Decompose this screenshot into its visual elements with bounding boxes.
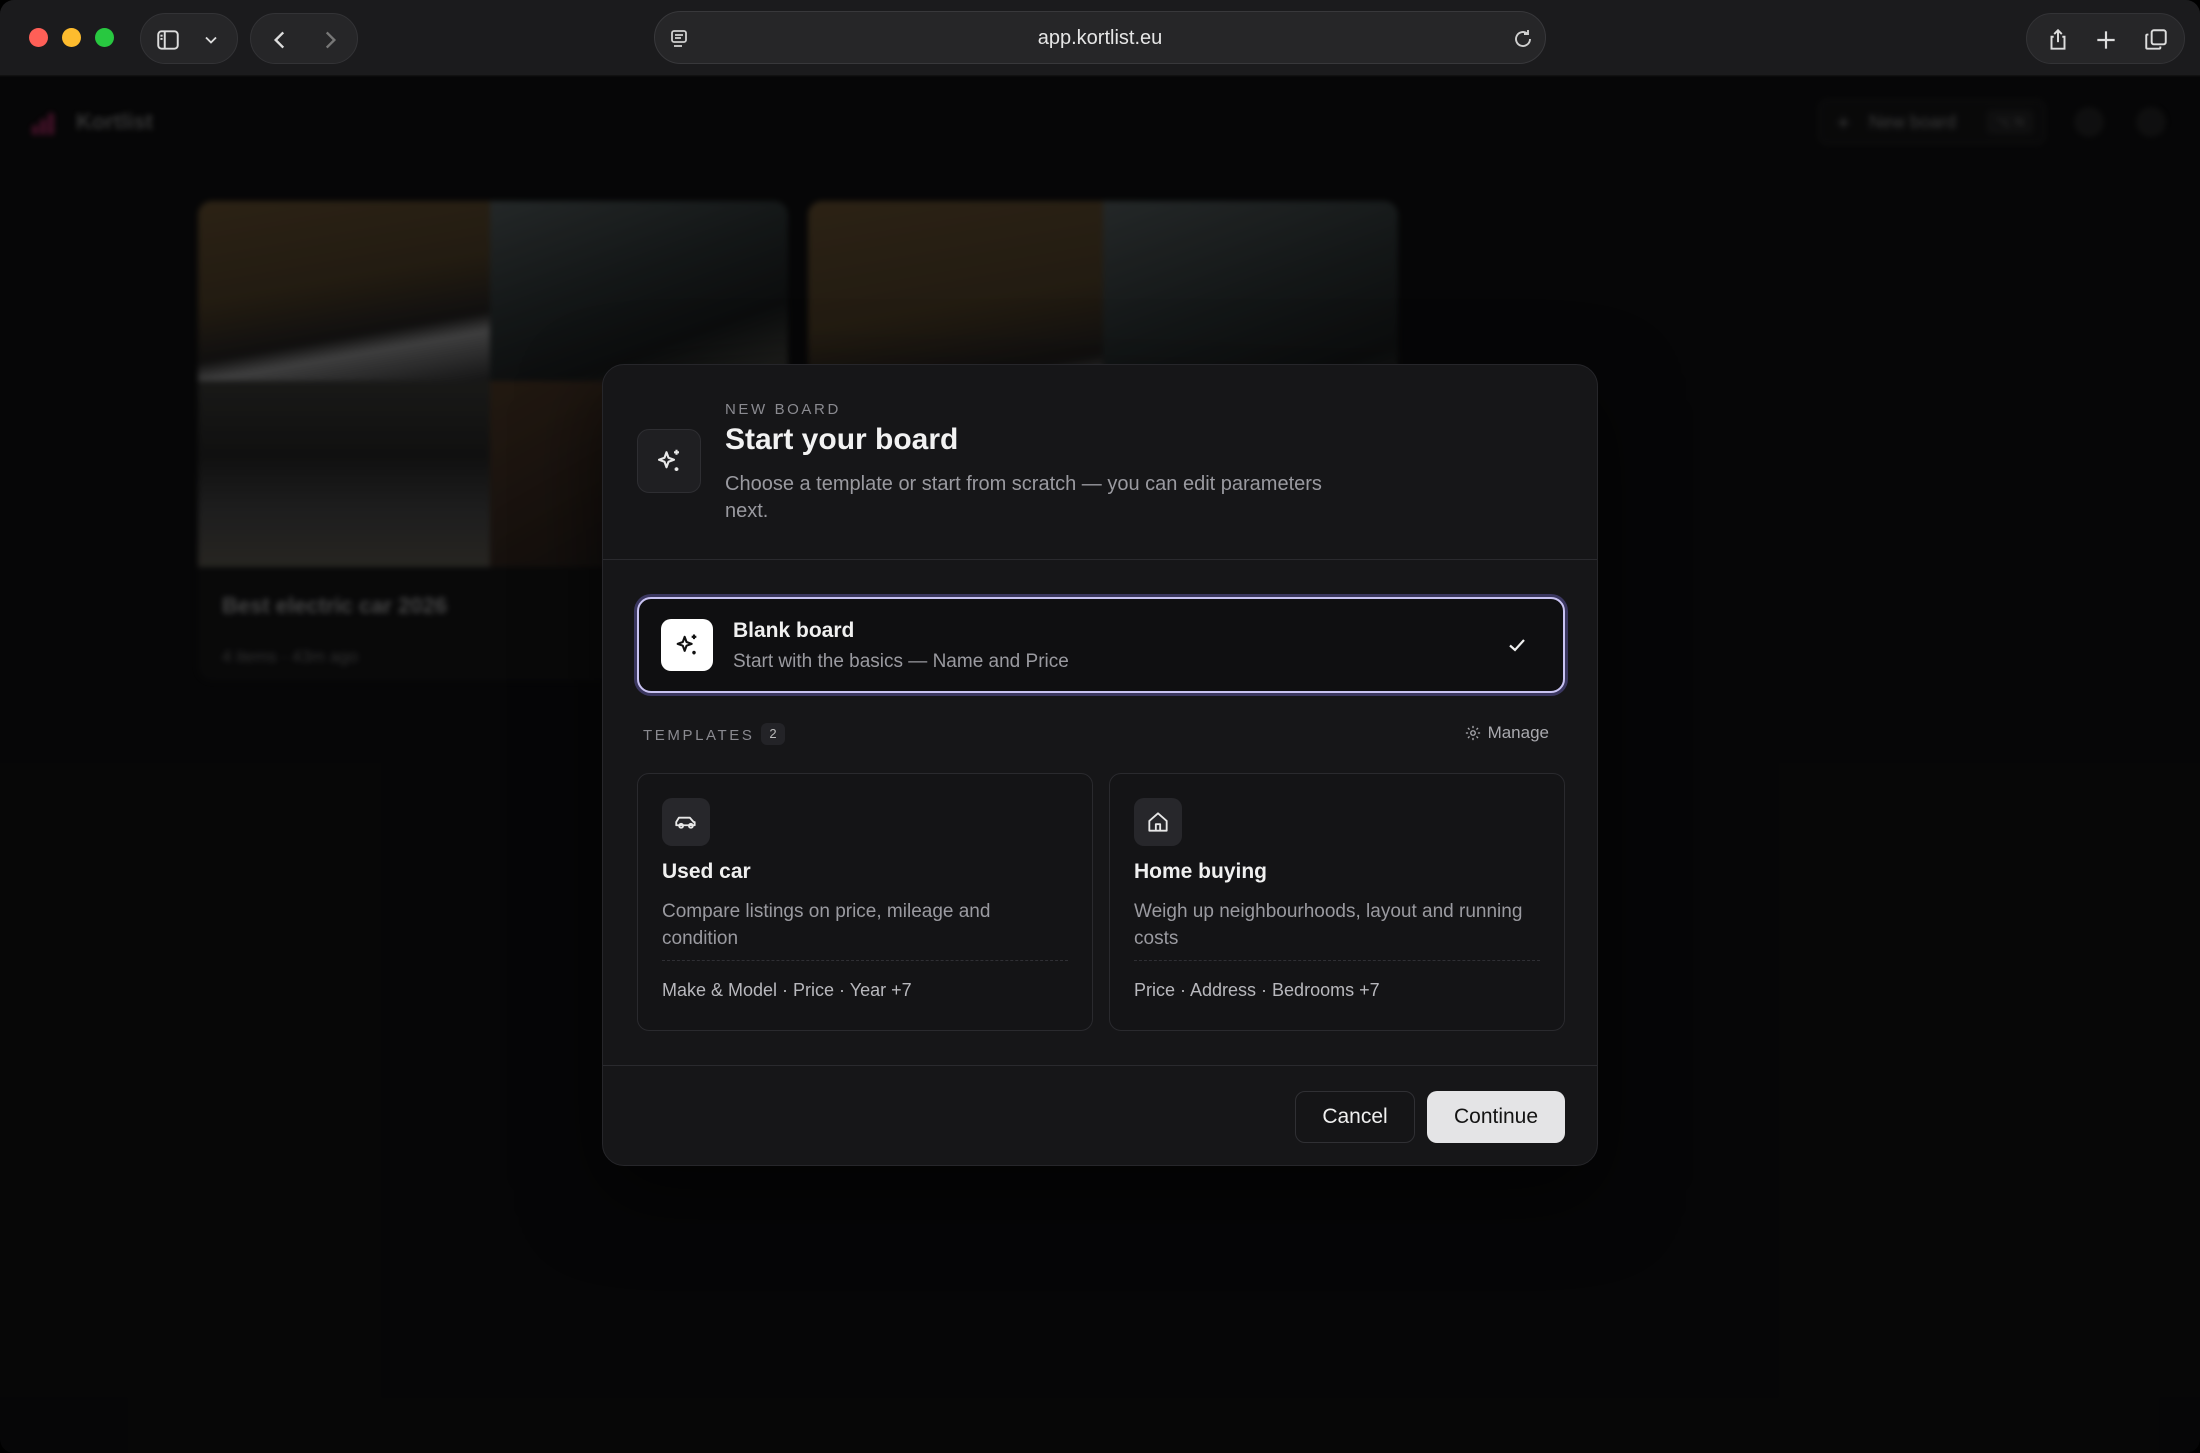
header-icon-box bbox=[637, 429, 701, 493]
forward-icon[interactable] bbox=[317, 27, 343, 53]
fullscreen-window-button[interactable] bbox=[95, 28, 114, 47]
blank-board-option[interactable]: Blank board Start with the basics — Name… bbox=[637, 597, 1565, 693]
new-tab-icon[interactable] bbox=[2093, 27, 2119, 53]
template-card-used-car[interactable]: Used car Compare listings on price, mile… bbox=[637, 773, 1093, 1031]
header-divider bbox=[603, 559, 1597, 560]
reload-icon[interactable] bbox=[1511, 27, 1535, 51]
dialog-subtitle: Choose a template or start from scratch … bbox=[725, 473, 1322, 522]
template-title: Home buying bbox=[1134, 860, 1268, 883]
browser-toolbar: app.kortlist.eu bbox=[0, 0, 2200, 76]
templates-heading: TEMPLATES bbox=[643, 727, 755, 744]
back-icon[interactable] bbox=[267, 27, 293, 53]
template-card-home-buying[interactable]: Home buying Weigh up neighbourhoods, lay… bbox=[1109, 773, 1565, 1031]
sidebar-icon[interactable] bbox=[155, 27, 181, 53]
sparkles-icon bbox=[676, 634, 697, 655]
template-divider bbox=[662, 960, 1068, 961]
sparkles-icon bbox=[657, 449, 679, 471]
url-text: app.kortlist.eu bbox=[1037, 27, 1163, 49]
chevron-down-icon[interactable] bbox=[201, 27, 221, 53]
template-icon-box bbox=[662, 798, 710, 846]
car-icon bbox=[675, 816, 696, 829]
blank-board-icon-box bbox=[661, 619, 713, 671]
tab-actions-group bbox=[2026, 13, 2185, 64]
sidebar-toggle-group bbox=[140, 13, 238, 64]
template-fields: Price · Address · Bedrooms +7 bbox=[1134, 980, 1380, 1000]
blank-board-title: Blank board bbox=[733, 619, 855, 642]
blank-board-subtitle: Start with the basics — Name and Price bbox=[733, 651, 1069, 672]
gear-icon bbox=[1465, 725, 1480, 741]
template-divider bbox=[1134, 960, 1540, 961]
template-icon-box bbox=[1134, 798, 1182, 846]
minimize-window-button[interactable] bbox=[62, 28, 81, 47]
check-icon bbox=[1509, 639, 1525, 652]
manage-label: Manage bbox=[1487, 723, 1549, 742]
template-description: Compare listings on price, mileage and c… bbox=[662, 901, 991, 949]
templates-count-badge: 2 bbox=[761, 723, 785, 745]
template-fields: Make & Model · Price · Year +7 bbox=[662, 980, 912, 1000]
template-description: Weigh up neighbourhoods, layout and runn… bbox=[1134, 901, 1523, 949]
browser-window: app.kortlist.eu Kortlist + New board ⌥ N… bbox=[0, 0, 2200, 1453]
cancel-button[interactable]: Cancel bbox=[1295, 1091, 1415, 1143]
home-icon bbox=[1148, 812, 1168, 832]
tabs-overview-icon[interactable] bbox=[2143, 27, 2169, 53]
footer-divider bbox=[603, 1065, 1597, 1066]
close-window-button[interactable] bbox=[29, 28, 48, 47]
new-board-dialog: NEW BOARD Start your board Choose a temp… bbox=[602, 364, 1598, 1166]
dialog-eyebrow: NEW BOARD bbox=[725, 401, 841, 418]
continue-button[interactable]: Continue bbox=[1427, 1091, 1565, 1143]
template-title: Used car bbox=[662, 860, 751, 883]
address-bar[interactable]: app.kortlist.eu bbox=[654, 11, 1546, 64]
dialog-title: Start your board bbox=[725, 423, 959, 456]
share-icon[interactable] bbox=[2045, 27, 2071, 53]
navigation-group bbox=[250, 13, 358, 64]
manage-templates-button[interactable]: Manage bbox=[1464, 723, 1549, 743]
